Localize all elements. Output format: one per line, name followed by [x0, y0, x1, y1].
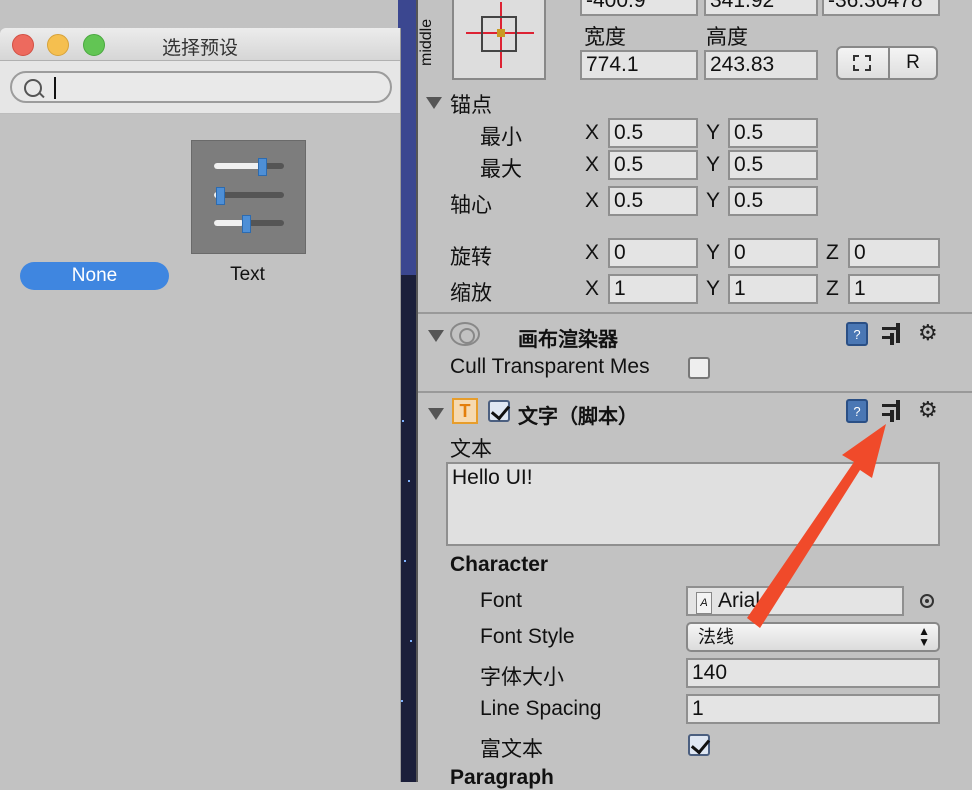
annotation-arrow	[747, 424, 886, 628]
